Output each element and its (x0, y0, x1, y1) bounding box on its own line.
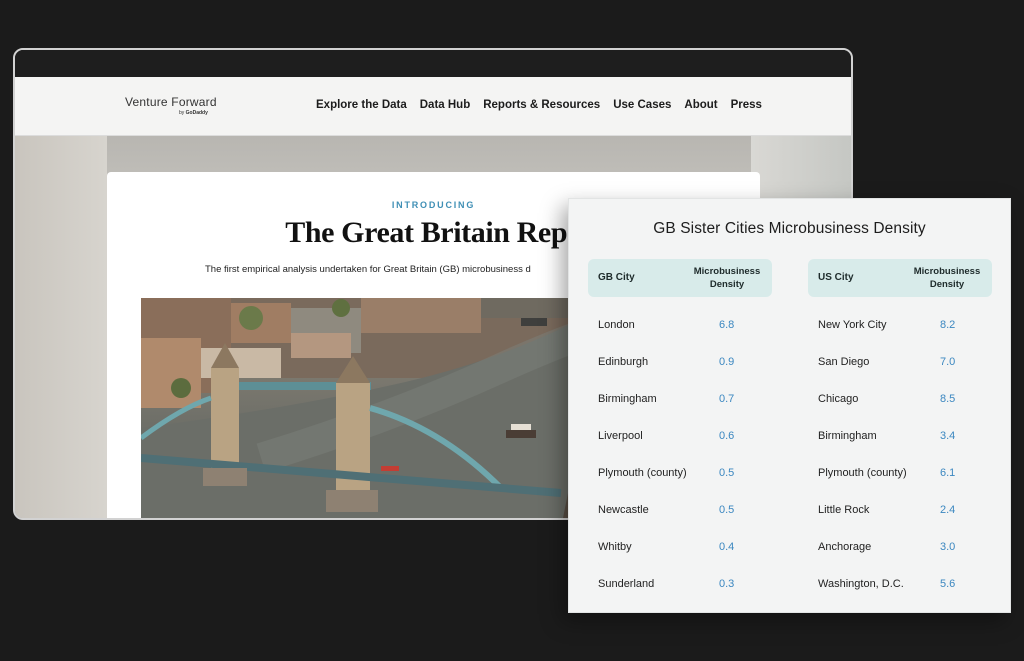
main-nav: Explore the Data Data Hub Reports & Reso… (316, 99, 775, 111)
table-row: Whitby 0.4 (588, 531, 772, 568)
gb-city: Edinburgh (598, 356, 649, 368)
gb-city: Sunderland (598, 578, 655, 590)
us-density: 2.4 (940, 504, 956, 516)
nav-press[interactable]: Press (731, 99, 762, 111)
gb-density: 0.9 (719, 356, 735, 368)
table-title: GB Sister Cities Microbusiness Density (653, 220, 926, 237)
table-row: Washington, D.C. 5.6 (808, 568, 992, 605)
us-density: 3.0 (940, 541, 956, 553)
table-row: Edinburgh 0.9 (588, 346, 772, 383)
table-row: Chicago 8.5 (808, 383, 992, 420)
table-row: Newcastle 0.5 (588, 494, 772, 531)
us-density: 8.2 (940, 319, 956, 331)
gb-density: 6.8 (719, 319, 735, 331)
nav-data-hub[interactable]: Data Hub (420, 99, 470, 111)
site-header: Venture Forward by GoDaddy Explore the D… (15, 77, 851, 136)
gb-city: Plymouth (county) (598, 467, 687, 479)
gb-density: 0.6 (719, 430, 735, 442)
table-row: Plymouth (county) 0.5 (588, 457, 772, 494)
table-row: London 6.8 (588, 309, 772, 346)
table-row: Liverpool 0.6 (588, 420, 772, 457)
table-row: Anchorage 3.0 (808, 531, 992, 568)
us-city-header: US City (818, 272, 854, 283)
us-column-header: US City Microbusiness Density (808, 259, 992, 297)
browser-toolbar (15, 50, 851, 77)
gb-density: 0.3 (719, 578, 735, 590)
us-city: San Diego (818, 356, 870, 368)
logo-text: Venture Forward (125, 95, 217, 109)
us-city: Birmingham (818, 430, 877, 442)
us-city: Washington, D.C. (818, 578, 904, 590)
table-row: New York City 8.2 (808, 309, 992, 346)
gb-city: London (598, 319, 635, 331)
gb-density: 0.7 (719, 393, 735, 405)
us-city: Anchorage (818, 541, 872, 553)
table-row: Sunderland 0.3 (588, 568, 772, 605)
us-city: Plymouth (county) (818, 467, 907, 479)
logo-byline: by GoDaddy (179, 110, 208, 116)
hero-subtitle: The first empirical analysis undertaken … (205, 264, 531, 275)
nav-about[interactable]: About (684, 99, 717, 111)
gb-density-header: Microbusiness Density (693, 266, 761, 290)
table-row: Birmingham 0.7 (588, 383, 772, 420)
gb-rows: London 6.8 Edinburgh 0.9 Birmingham 0.7 Liv… (588, 309, 772, 605)
site-logo[interactable]: Venture Forward by GoDaddy (125, 95, 217, 116)
table-row: Plymouth (county) 6.1 (808, 457, 992, 494)
gb-density: 0.5 (719, 504, 735, 516)
us-density: 7.0 (940, 356, 956, 368)
us-density: 6.1 (940, 467, 956, 479)
us-density: 3.4 (940, 430, 956, 442)
gb-density: 0.4 (719, 541, 735, 553)
density-table-card: GB Sister Cities Microbusiness Density G… (568, 198, 1011, 613)
us-city: New York City (818, 319, 887, 331)
us-density: 5.6 (940, 578, 956, 590)
gb-density: 0.5 (719, 467, 735, 479)
gb-city: Birmingham (598, 393, 657, 405)
us-rows: New York City 8.2 San Diego 7.0 Chicago 8.5… (808, 309, 992, 605)
table-row: San Diego 7.0 (808, 346, 992, 383)
nav-reports-resources[interactable]: Reports & Resources (483, 99, 600, 111)
table-row: Little Rock 2.4 (808, 494, 992, 531)
us-city: Chicago (818, 393, 859, 405)
nav-explore-the-data[interactable]: Explore the Data (316, 99, 407, 111)
gb-city-header: GB City (598, 272, 635, 283)
us-city: Little Rock (818, 504, 870, 516)
gb-city: Newcastle (598, 504, 649, 516)
table-row: Birmingham 3.4 (808, 420, 992, 457)
nav-use-cases[interactable]: Use Cases (613, 99, 671, 111)
us-density: 8.5 (940, 393, 956, 405)
gb-city: Liverpool (598, 430, 643, 442)
gb-city: Whitby (598, 541, 632, 553)
gb-column-header: GB City Microbusiness Density (588, 259, 772, 297)
us-density-header: Microbusiness Density (913, 266, 981, 290)
